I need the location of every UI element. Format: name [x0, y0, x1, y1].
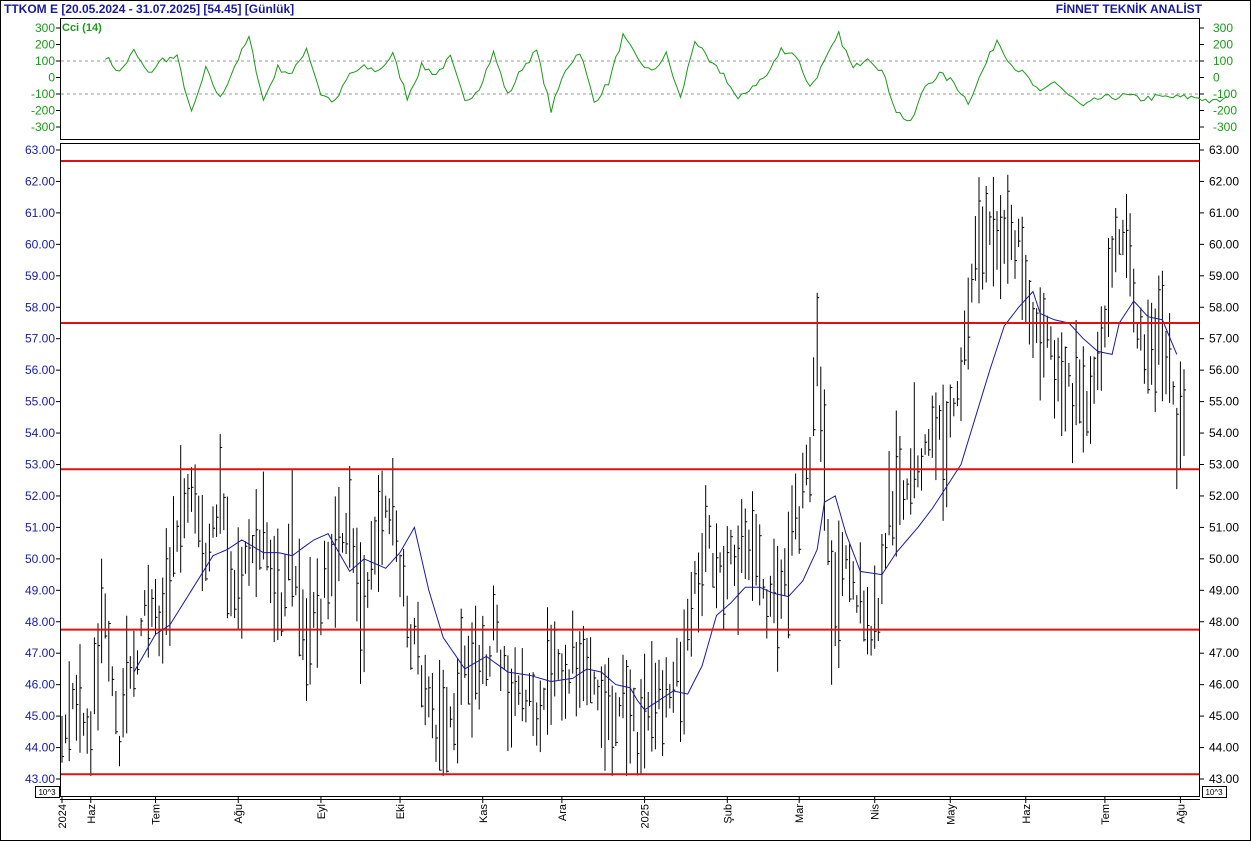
price-tick-label-right: 61.00 [1209, 206, 1239, 220]
x-tick-label: Kas [478, 804, 490, 823]
price-tick-label-right: 62.00 [1209, 174, 1239, 188]
price-tick-label-left: 54.00 [25, 426, 55, 440]
price-tick-label-right: 43.00 [1209, 772, 1239, 786]
price-tick-label-left: 47.00 [25, 646, 55, 660]
price-tick-label-left: 55.00 [25, 395, 55, 409]
price-tick-label-right: 47.00 [1209, 646, 1239, 660]
x-tick-label: Şub [722, 804, 734, 824]
x-tick-label: Haz [1021, 804, 1033, 824]
x-tick-label: Nis [870, 804, 882, 820]
price-tick-label-left: 51.00 [25, 520, 55, 534]
cci-tick-label-left: 0 [48, 71, 55, 85]
cci-tick-label-left: 100 [35, 54, 55, 68]
price-tick-label-left: 46.00 [25, 678, 55, 692]
price-tick-label-right: 53.00 [1209, 458, 1239, 472]
cci-tick-label-right: -300 [1213, 120, 1237, 134]
cci-tick-label-right: 200 [1213, 38, 1233, 52]
x-tick-label: Tem [151, 804, 163, 825]
cci-tick-label-right: 300 [1213, 21, 1233, 35]
price-tick-label-right: 60.00 [1209, 237, 1239, 251]
brand-label: FİNNET TEKNİK ANALİST [1056, 1, 1203, 16]
cci-tick-label-right: 100 [1213, 54, 1233, 68]
x-tick-label: Mar [794, 804, 806, 823]
price-tick-label-left: 56.00 [25, 363, 55, 377]
price-tick-label-right: 48.00 [1209, 615, 1239, 629]
x-tick-label: Ağu [233, 804, 245, 824]
price-tick-label-left: 45.00 [25, 709, 55, 723]
price-tick-label-right: 54.00 [1209, 426, 1239, 440]
price-tick-label-left: 58.00 [25, 300, 55, 314]
cci-tick-label-left: -100 [31, 87, 55, 101]
chart-title: TTKOM E [20.05.2024 - 31.07.2025] [54.45… [4, 2, 294, 16]
x-tick-label: May [945, 804, 957, 825]
cci-tick-label-left: -200 [31, 104, 55, 118]
price-tick-label-left: 63.00 [25, 143, 55, 157]
price-tick-label-left: 52.00 [25, 489, 55, 503]
price-tick-label-right: 52.00 [1209, 489, 1239, 503]
x-tick-label: Haz [86, 804, 98, 824]
price-tick-label-left: 62.00 [25, 174, 55, 188]
price-tick-label-left: 50.00 [25, 552, 55, 566]
price-tick-label-right: 49.00 [1209, 583, 1239, 597]
cci-label: Cci (14) [62, 22, 102, 34]
x-tick-label: Tem [1100, 804, 1112, 825]
price-tick-label-left: 61.00 [25, 206, 55, 220]
price-tick-label-right: 44.00 [1209, 741, 1239, 755]
price-tick-label-right: 58.00 [1209, 300, 1239, 314]
price-tick-label-right: 63.00 [1209, 143, 1239, 157]
cci-tick-label-left: 300 [35, 21, 55, 35]
price-tick-label-right: 51.00 [1209, 520, 1239, 534]
x-tick-label: Eki [395, 804, 407, 819]
price-tick-label-left: 49.00 [25, 583, 55, 597]
price-tick-label-left: 48.00 [25, 615, 55, 629]
scale-badge-left: 10^3 [38, 788, 56, 797]
price-tick-label-right: 59.00 [1209, 269, 1239, 283]
price-tick-label-right: 50.00 [1209, 552, 1239, 566]
chart-window: TTKOM E [20.05.2024 - 31.07.2025] [54.45… [0, 0, 1251, 841]
chart-canvas: TTKOM E [20.05.2024 - 31.07.2025] [54.45… [0, 0, 1251, 841]
cci-tick-label-right: -200 [1213, 104, 1237, 118]
cci-tick-label-left: -300 [31, 120, 55, 134]
price-tick-label-right: 55.00 [1209, 395, 1239, 409]
price-tick-label-right: 46.00 [1209, 678, 1239, 692]
cci-tick-label-right: 0 [1213, 71, 1220, 85]
price-tick-label-left: 57.00 [25, 332, 55, 346]
cci-panel: Cci (14) 300 200 100 0 -100 -200 -300 300 200 10… [31, 18, 1237, 140]
price-tick-label-left: 59.00 [25, 269, 55, 283]
price-tick-label-left: 43.00 [25, 772, 55, 786]
x-tick-label: Ağu [1175, 804, 1187, 824]
price-tick-label-left: 44.00 [25, 741, 55, 755]
x-tick-label: Ara [557, 803, 569, 821]
x-tick-label: 2025 [640, 804, 652, 828]
price-tick-label-right: 57.00 [1209, 332, 1239, 346]
price-tick-label-right: 45.00 [1209, 709, 1239, 723]
cci-plot-area [60, 18, 1200, 140]
price-tick-label-left: 60.00 [25, 237, 55, 251]
cci-tick-label-left: 200 [35, 38, 55, 52]
price-tick-label-left: 53.00 [25, 458, 55, 472]
price-panel: 63.00 62.00 61.00 60.00 59.00 58.00 57.00 56.00… [25, 143, 1239, 798]
x-tick-label: Eyl [316, 804, 328, 819]
price-tick-label-right: 56.00 [1209, 363, 1239, 377]
scale-badge-right: 10^3 [1205, 788, 1223, 797]
x-tick-label: 2024 [57, 804, 69, 828]
